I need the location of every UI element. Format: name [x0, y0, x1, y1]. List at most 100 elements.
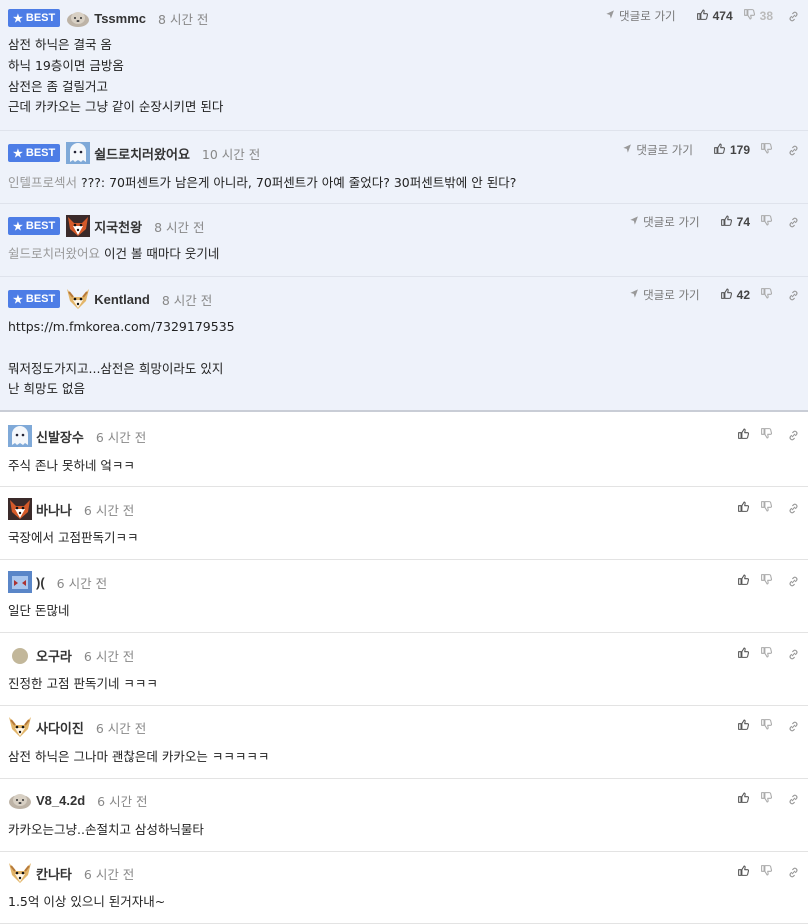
author-name[interactable]: 사다이진: [36, 718, 84, 737]
upvote-button[interactable]: 74: [720, 214, 750, 230]
timestamp: 6 시간 전: [83, 502, 135, 518]
link-icon[interactable]: [787, 575, 800, 588]
avatar[interactable]: [66, 7, 90, 29]
go-to-reply-link[interactable]: 댓글로 가기: [605, 8, 676, 24]
upvote-button[interactable]: 179: [713, 142, 750, 158]
author-name[interactable]: 칸나타: [36, 864, 72, 883]
thumbs-down-icon: [760, 142, 773, 158]
downvote-button[interactable]: [760, 142, 773, 158]
link-icon[interactable]: [787, 10, 800, 23]
comment-actions: [727, 498, 800, 518]
author-name[interactable]: 쉴드로치러왔어요: [94, 144, 190, 163]
comment-line: 난 희망도 없음: [8, 381, 85, 397]
downvote-button[interactable]: [760, 500, 773, 516]
author-name[interactable]: 바나나: [36, 500, 72, 519]
upvote-count: 74: [736, 215, 750, 229]
downvote-button[interactable]: [760, 573, 773, 589]
downvote-button[interactable]: [760, 646, 773, 662]
avatar[interactable]: [8, 571, 32, 593]
thumbs-down-icon: [760, 791, 773, 807]
comment: 오구라 6 시간 전진정한 고점 판독기네 ㅋㅋㅋ: [0, 633, 808, 706]
mention[interactable]: 인텔프로섹서: [8, 175, 77, 190]
link-icon[interactable]: [787, 429, 800, 442]
link-icon[interactable]: [787, 866, 800, 879]
thumbs-up-icon: [720, 287, 733, 303]
author-name[interactable]: 신발장수: [36, 427, 84, 446]
upvote-button[interactable]: 474: [696, 8, 733, 24]
thumbs-up-icon: [737, 864, 750, 880]
link-icon[interactable]: [787, 720, 800, 733]
comment-line: [8, 338, 768, 359]
downvote-button[interactable]: [760, 214, 773, 230]
avatar[interactable]: [66, 142, 91, 164]
comment-body: 쉴드로치러왔어요 이건 볼 때마다 웃기네: [8, 244, 768, 265]
avatar[interactable]: [66, 288, 90, 310]
downvote-button[interactable]: [760, 791, 773, 807]
downvote-button[interactable]: [760, 427, 773, 443]
comment-actions: 댓글로 가기 179: [622, 140, 800, 160]
thumbs-down-icon: [760, 500, 773, 516]
go-to-reply-link[interactable]: 댓글로 가기: [629, 287, 700, 303]
link-icon[interactable]: [787, 793, 800, 806]
link-icon[interactable]: [787, 648, 800, 661]
downvote-button[interactable]: [760, 718, 773, 734]
avatar[interactable]: [8, 425, 32, 447]
comment-meta: 오구라 6 시간 전: [8, 644, 134, 666]
link-icon[interactable]: [787, 289, 800, 302]
upvote-button[interactable]: [737, 646, 750, 662]
arrow-icon: [629, 288, 640, 302]
upvote-button[interactable]: [737, 500, 750, 516]
avatar[interactable]: [8, 644, 32, 666]
downvote-button[interactable]: [760, 864, 773, 880]
mention[interactable]: 쉴드로치러왔어요: [8, 246, 100, 261]
comment-line: 카카오는그냥..손절치고 삼성하닉물타: [8, 822, 204, 837]
timestamp: 6 시간 전: [95, 429, 147, 445]
comment-actions: [727, 862, 800, 882]
star-icon: ★: [13, 12, 23, 25]
avatar[interactable]: [8, 862, 32, 884]
thumbs-down-icon: [743, 8, 756, 24]
comment: V8_4.2d 6 시간 전 카카오는그냥..손절치고 삼성하닉물타: [0, 779, 808, 852]
upvote-button[interactable]: [737, 791, 750, 807]
upvote-button[interactable]: [737, 864, 750, 880]
upvote-button[interactable]: [737, 718, 750, 734]
downvote-button[interactable]: 38: [743, 8, 773, 24]
upvote-button[interactable]: 42: [720, 287, 750, 303]
link-icon[interactable]: [787, 216, 800, 229]
link-icon[interactable]: [787, 502, 800, 515]
best-comment: ★ BEST 지국천왕 8 시간 전 댓글로 가기 74 쉴드로치러왔어요 이건 볼 때마다…: [0, 204, 808, 277]
upvote-count: 42: [736, 288, 750, 302]
author-name[interactable]: Tssmmc: [94, 11, 146, 26]
comment-body: 삼전 하닉은 그나마 괜찮은데 카카오는 ㅋㅋㅋㅋㅋ: [8, 747, 768, 768]
comment-text: 이건 볼 때마다 웃기네: [100, 246, 220, 261]
avatar[interactable]: [8, 789, 32, 811]
reply-link-label: 댓글로 가기: [636, 143, 693, 157]
go-to-reply-link[interactable]: 댓글로 가기: [629, 214, 700, 230]
arrow-icon: [629, 215, 640, 229]
comment-line: 하닉 19층이면 금방옴: [8, 57, 124, 73]
upvote-button[interactable]: [737, 427, 750, 443]
comment-line: 삼전 하닉은 결국 옴: [8, 37, 112, 52]
author-name[interactable]: 지국천왕: [94, 217, 142, 236]
avatar[interactable]: [66, 215, 91, 237]
thumbs-up-icon: [737, 573, 750, 589]
author-name[interactable]: V8_4.2d: [36, 793, 85, 808]
comment-meta: ★ BEST Kentland 8 시간 전: [8, 288, 212, 310]
go-to-reply-link[interactable]: 댓글로 가기: [622, 142, 693, 158]
avatar[interactable]: [8, 498, 32, 520]
comment-body: 진정한 고점 판독기네 ㅋㅋㅋ: [8, 674, 768, 695]
comment-body: https://m.fmkorea.com/7329179535 뭐저정도가지고.…: [8, 317, 768, 400]
author-name[interactable]: )(: [36, 575, 45, 590]
timestamp: 6 시간 전: [56, 575, 108, 591]
author-name[interactable]: 오구라: [36, 646, 72, 665]
author-name[interactable]: Kentland: [94, 292, 150, 307]
comment-list: ★ BEST Tssmmc 8 시간 전 댓글로 가기 474 38 삼전 하닉은 결국 옴하…: [0, 0, 808, 924]
upvote-button[interactable]: [737, 573, 750, 589]
downvote-button[interactable]: [760, 287, 773, 303]
link-icon[interactable]: [787, 144, 800, 157]
thumbs-up-icon: [737, 791, 750, 807]
comment-line: 삼전 하닉은 그나마 괜찮은데 카카오는 ㅋㅋㅋㅋㅋ: [8, 749, 270, 764]
comment-line: 1.5억 이상 있으니 된거자내~: [8, 894, 166, 909]
best-badge-label: BEST: [25, 220, 56, 232]
avatar[interactable]: [8, 716, 32, 738]
